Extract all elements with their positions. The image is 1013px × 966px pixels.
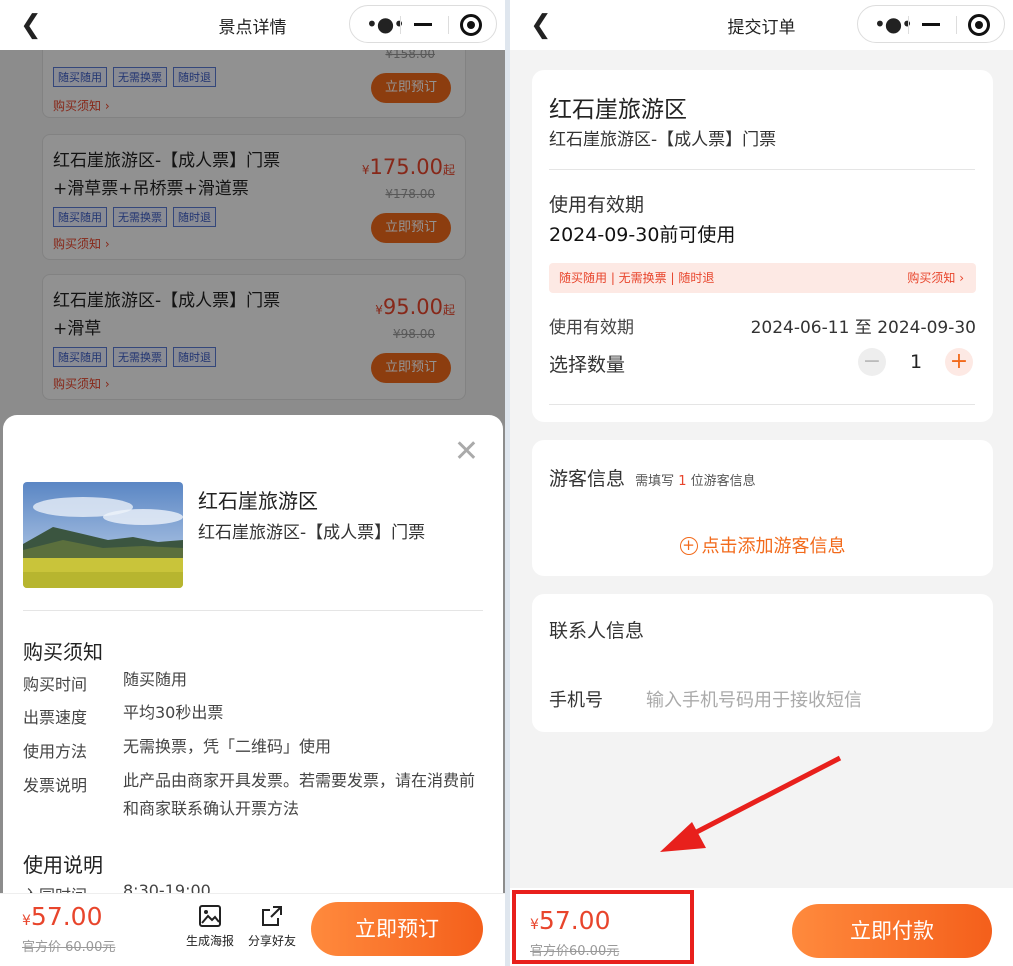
sale-price: ¥57.00	[22, 902, 103, 931]
row-label: 购买时间	[23, 675, 88, 694]
right-screen: ❮ 提交订单 •●• 红石崖旅游区 红石崖旅游区-【成人票】门票 使用有效期 2…	[510, 0, 1013, 966]
policy-text: 随买随用 | 无需换票 | 随时退	[559, 271, 715, 285]
ticket-type: 红石崖旅游区-【成人票】门票	[549, 130, 777, 150]
add-visitor-button[interactable]: + 点击添加游客信息	[532, 532, 993, 558]
row-value: 平均30秒出票	[123, 703, 224, 722]
visitor-hint: 需填写 1 位游客信息	[635, 474, 756, 489]
period-value: 2024-06-11 至 2024-09-30	[750, 318, 976, 338]
divider	[956, 16, 957, 34]
contact-card: 联系人信息 手机号 输入手机号码用于接收短信	[532, 594, 993, 732]
phone-input[interactable]: 输入手机号码用于接收短信	[646, 686, 862, 712]
row-value: 随买随用	[123, 670, 188, 689]
policy-bar: 随买随用 | 无需换票 | 随时退 购买须知 ›	[549, 263, 976, 293]
close-icon[interactable]: ✕	[454, 437, 479, 467]
quantity-label: 选择数量	[549, 354, 626, 376]
arrow-annotation	[660, 755, 842, 852]
visitor-title: 游客信息 需填写 1 位游客信息	[549, 468, 756, 490]
nav-bar: ❮ 提交订单 •●•	[510, 0, 1013, 50]
period-label: 使用有效期	[549, 318, 634, 338]
spot-name: 红石崖旅游区	[549, 97, 687, 123]
more-icon[interactable]: •●•	[874, 12, 913, 36]
poster-button[interactable]: 生成海报	[180, 904, 240, 949]
validity-value: 2024-09-30前可使用	[549, 224, 736, 246]
plus-icon[interactable]: +	[945, 348, 973, 376]
target-icon[interactable]	[460, 14, 482, 36]
row-label: 使用方法	[23, 742, 88, 761]
nav-bar: ❮ 景点详情 •●•	[0, 0, 505, 50]
mini-program-capsule: •●•	[349, 5, 497, 43]
usage-heading: 使用说明	[23, 853, 103, 877]
ticket-type: 红石崖旅游区-【成人票】门票	[198, 523, 426, 543]
bottom-bar: ¥57.00 官方价 60.00元 生成海报 分享好友 立即预订	[0, 893, 505, 966]
mini-program-capsule: •●•	[857, 5, 1005, 43]
highlight-box	[512, 890, 694, 964]
ticket-detail-sheet: ✕ 红石崖旅游区 红石崖旅游区-【成人票】门票 购买须知 购买时间 随买随用 出…	[3, 415, 503, 966]
minus-icon[interactable]: −	[858, 348, 886, 376]
visitor-card: 游客信息 需填写 1 位游客信息 + 点击添加游客信息	[532, 440, 993, 576]
contact-title: 联系人信息	[549, 620, 645, 642]
minimize-icon[interactable]	[414, 23, 432, 26]
share-button[interactable]: 分享好友	[242, 904, 302, 949]
book-now-button[interactable]: 立即预订	[311, 902, 483, 956]
left-screen: ¥158.00 随买随用 无需换票 随时退 购买须知 › 立即预订 红石崖旅游区…	[0, 0, 505, 966]
pay-now-button[interactable]: 立即付款	[792, 904, 992, 958]
notice-link[interactable]: 购买须知 ›	[907, 263, 964, 293]
target-icon[interactable]	[968, 14, 990, 36]
row-label: 出票速度	[23, 708, 88, 727]
divider	[549, 169, 975, 170]
bottom-bar: ¥57.00 官方价60.00元 立即付款	[510, 888, 1013, 966]
divider	[23, 610, 483, 611]
order-card: 红石崖旅游区 红石崖旅游区-【成人票】门票 使用有效期 2024-09-30前可…	[532, 70, 993, 422]
phone-label: 手机号	[549, 690, 603, 711]
poster-icon	[199, 905, 221, 927]
divider	[400, 16, 401, 34]
divider	[908, 16, 909, 34]
share-icon	[262, 906, 282, 926]
notice-heading: 购买须知	[23, 640, 103, 664]
add-circle-icon: +	[679, 537, 698, 555]
quantity-value[interactable]: 1	[906, 351, 926, 373]
spot-name: 红石崖旅游区	[198, 489, 318, 513]
divider	[549, 404, 975, 405]
row-label: 发票说明	[23, 776, 88, 795]
validity-label: 使用有效期	[549, 194, 645, 216]
divider	[448, 16, 449, 34]
official-price: 官方价 60.00元	[22, 940, 116, 955]
minimize-icon[interactable]	[922, 23, 940, 26]
row-value: 此产品由商家开具发票。若需要发票，请在消费前和商家联系确认开票方法	[123, 771, 476, 818]
more-icon[interactable]: •●•	[366, 12, 405, 36]
row-value: 无需换票，凭「二维码」使用	[123, 737, 332, 756]
spot-thumbnail	[23, 482, 183, 588]
